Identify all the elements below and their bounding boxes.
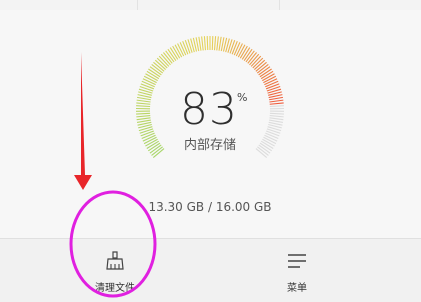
gauge-tick	[269, 100, 283, 102]
gauge-tick	[269, 97, 283, 99]
gauge-tick	[137, 120, 151, 122]
broom-icon	[104, 250, 126, 272]
gauge-tick	[136, 113, 150, 114]
internal-storage-label: 内部存储	[170, 134, 250, 153]
gauge-tick	[219, 37, 221, 51]
gauge-tick	[142, 81, 155, 86]
gauge-tick	[270, 103, 284, 104]
gauge-tick	[269, 118, 283, 120]
gauge-tick	[265, 133, 278, 138]
gauge-tick	[137, 100, 151, 102]
bottom-toolbar: 清理文件 菜单	[0, 238, 421, 302]
gauge-tick	[270, 116, 284, 117]
storage-percent-unit: %	[237, 91, 247, 104]
gauge-tick	[199, 37, 201, 51]
gauge-tick	[217, 36, 219, 50]
gauge-tick	[265, 81, 278, 86]
gauge-tick	[270, 106, 284, 107]
gauge-tick	[137, 118, 151, 120]
menu-tab[interactable]: 菜单	[262, 239, 332, 302]
menu-label: 菜单	[287, 279, 307, 294]
top-tab-strip	[0, 0, 421, 10]
gauge-tick	[234, 42, 240, 55]
clean-files-label: 清理文件	[95, 279, 135, 294]
gauge-tick	[215, 36, 216, 50]
gauge-tick	[196, 37, 199, 51]
gauge-tick	[180, 42, 186, 55]
gauge-tick	[136, 103, 150, 104]
gauge-tick	[202, 36, 204, 50]
gauge-tick	[212, 36, 213, 50]
top-divider-left	[137, 0, 138, 10]
gauge-tick	[232, 41, 237, 54]
gauge-tick	[142, 133, 155, 138]
gauge-tick	[266, 84, 279, 89]
gauge-tick	[221, 37, 224, 51]
storage-capacity: 13.30 GB / 16.00 GB	[120, 200, 300, 214]
storage-percent: 83	[178, 85, 240, 135]
storage-panel: 83 % 内部存储 13.30 GB / 16.00 GB	[0, 10, 421, 238]
gauge-tick	[136, 106, 150, 107]
gauge-tick	[136, 116, 150, 117]
gauge-tick	[269, 120, 283, 122]
menu-icon	[286, 250, 308, 272]
gauge-tick	[183, 41, 188, 54]
gauge-tick	[207, 36, 208, 50]
gauge-tick	[141, 84, 154, 89]
top-divider-right	[279, 0, 280, 10]
clean-files-tab[interactable]: 清理文件	[70, 239, 160, 302]
gauge-tick	[137, 97, 151, 99]
gauge-tick	[204, 36, 205, 50]
gauge-tick	[270, 113, 284, 114]
